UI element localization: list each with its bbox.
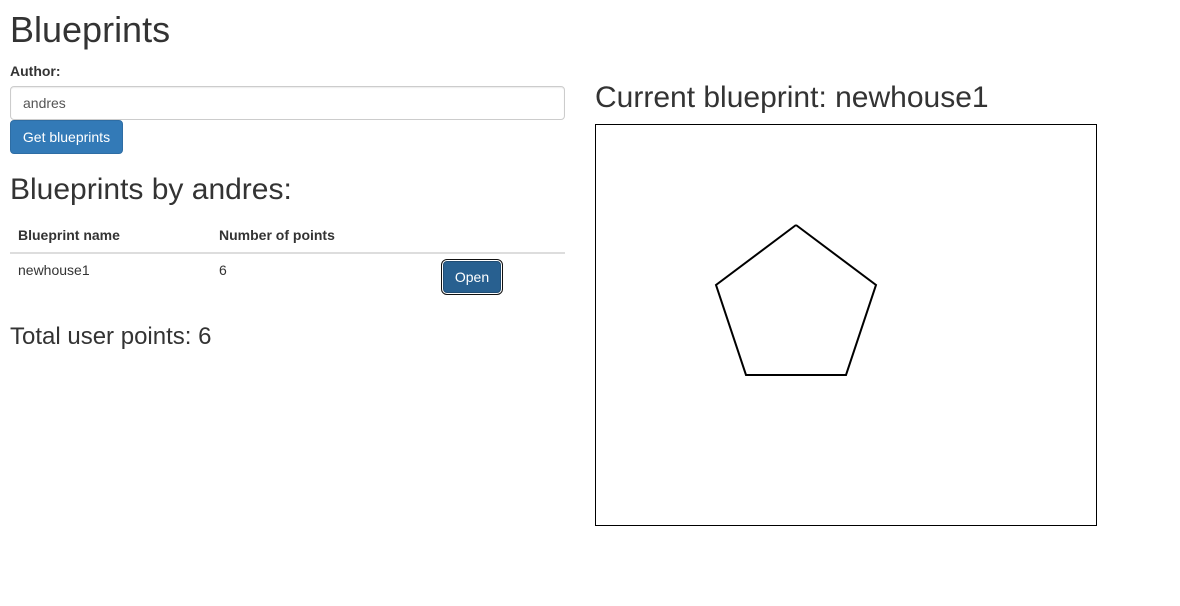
get-blueprints-button[interactable]: Get blueprints (10, 120, 123, 154)
blueprint-polyline (714, 224, 878, 376)
table-header-row: Blueprint name Number of points (10, 218, 565, 254)
blueprint-name-cell: newhouse1 (18, 262, 90, 278)
author-input[interactable] (10, 86, 565, 120)
open-blueprint-button[interactable]: Open (441, 259, 503, 295)
blueprints-by-author-heading: Blueprints by andres: (10, 173, 292, 206)
blueprints-table: Blueprint name Number of points newhouse… (10, 218, 565, 301)
blueprint-canvas[interactable] (595, 124, 1097, 526)
blueprints-app: Blueprints Author: Get blueprints Bluepr… (0, 0, 1180, 606)
current-blueprint-heading: Current blueprint: newhouse1 (595, 81, 989, 114)
author-label: Author: (10, 63, 61, 79)
blueprint-drawing (714, 224, 878, 376)
column-header-number-of-points: Number of points (211, 218, 435, 254)
table-row: newhouse1 6 Open (10, 253, 565, 301)
total-user-points: Total user points: 6 (10, 323, 212, 350)
column-header-blueprint-name: Blueprint name (10, 218, 211, 254)
blueprint-action-cell: Open (435, 253, 565, 301)
blueprint-points-cell: 6 (219, 262, 227, 278)
page-title: Blueprints (10, 9, 171, 50)
column-header-action (435, 218, 565, 254)
